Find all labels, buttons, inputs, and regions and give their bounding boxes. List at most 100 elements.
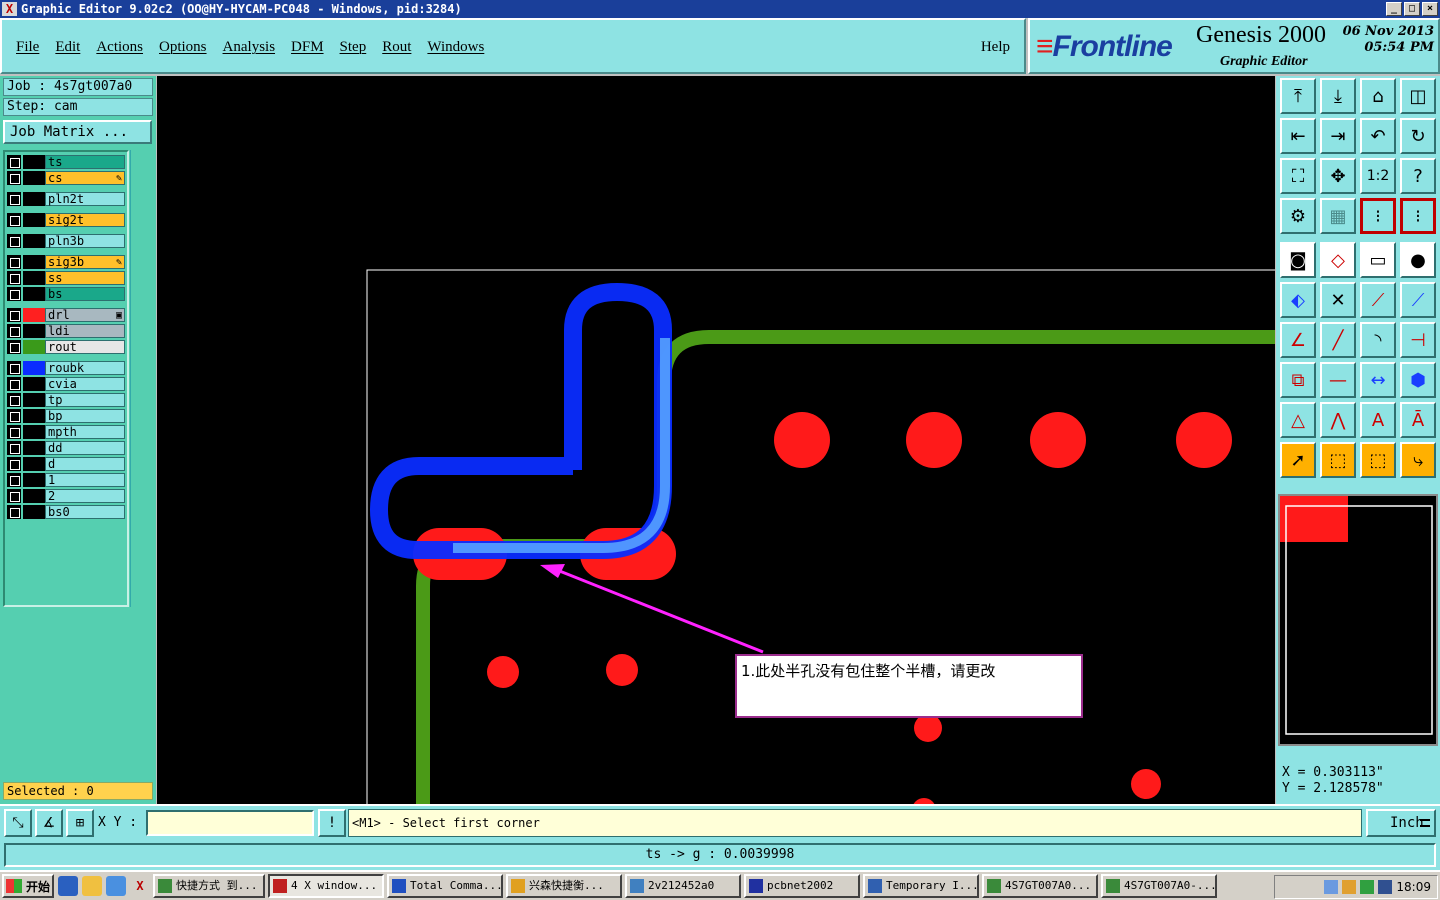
window-icon[interactable]: ◫: [1400, 78, 1436, 114]
layer-name[interactable]: tp: [45, 393, 125, 407]
layer-row[interactable]: ss: [7, 271, 125, 285]
layer-row[interactable]: bs0: [7, 505, 125, 519]
layer-checkbox[interactable]: [7, 271, 21, 285]
layer-checkbox[interactable]: [7, 255, 21, 269]
x-server-icon[interactable]: X: [130, 876, 150, 896]
layer-color-swatch[interactable]: [23, 213, 45, 227]
menu-edit[interactable]: Edit: [55, 39, 80, 56]
unit-selector[interactable]: Inch: [1366, 809, 1436, 837]
taskbar-task[interactable]: 兴森快捷衡...: [506, 874, 622, 898]
close-button[interactable]: ×: [1422, 2, 1438, 16]
taskbar-task[interactable]: 4 X window...: [268, 874, 384, 898]
pointer-icon[interactable]: ➚: [1280, 442, 1316, 478]
graphic-canvas[interactable]: 1.此处半孔没有包住整个半槽，请更改: [157, 76, 1275, 804]
menu-analysis[interactable]: Analysis: [223, 39, 276, 56]
layer-checkbox[interactable]: [7, 377, 21, 391]
layer-row[interactable]: sig3b ✎: [7, 255, 125, 269]
copy-icon[interactable]: ⧉: [1280, 362, 1316, 398]
layer-name[interactable]: bs: [45, 287, 125, 301]
layer-color-swatch[interactable]: [23, 393, 45, 407]
pan-right-icon[interactable]: ⇥: [1320, 118, 1356, 154]
layer-checkbox[interactable]: [7, 361, 21, 375]
layer-color-swatch[interactable]: [23, 377, 45, 391]
layer-checkbox[interactable]: [7, 308, 21, 322]
fit-screen-icon[interactable]: ⛶: [1280, 158, 1316, 194]
layer-name[interactable]: sig3b ✎: [45, 255, 125, 269]
menu-actions[interactable]: Actions: [96, 39, 143, 56]
layer-checkbox[interactable]: [7, 213, 21, 227]
layer-checkbox[interactable]: [7, 457, 21, 471]
layer-color-swatch[interactable]: [23, 457, 45, 471]
layer-color-swatch[interactable]: [23, 255, 45, 269]
layer-color-swatch[interactable]: [23, 287, 45, 301]
taskbar-task[interactable]: 4S7GT007A0...: [982, 874, 1098, 898]
layer-color-swatch[interactable]: [23, 155, 45, 169]
monitor-icon[interactable]: [1378, 880, 1393, 894]
layer-row[interactable]: d: [7, 457, 125, 471]
layer-checkbox[interactable]: [7, 171, 21, 185]
layer-row[interactable]: bp: [7, 409, 125, 423]
layer-name[interactable]: bs0: [45, 505, 125, 519]
layer-color-swatch[interactable]: [23, 441, 45, 455]
grid-snap-icon[interactable]: ⊞: [66, 809, 94, 837]
layer-row[interactable]: ts: [7, 155, 125, 169]
layer-name[interactable]: pln2t: [45, 192, 125, 206]
pointer-box-icon[interactable]: ⬚: [1320, 442, 1356, 478]
layer-row[interactable]: bs: [7, 287, 125, 301]
layer-color-swatch[interactable]: [23, 234, 45, 248]
job-matrix-button[interactable]: Job Matrix ...: [3, 120, 152, 144]
taskbar-task[interactable]: Temporary I...: [863, 874, 979, 898]
layer-checkbox[interactable]: [7, 234, 21, 248]
layer-row[interactable]: mpth: [7, 425, 125, 439]
layer-row[interactable]: pln3b: [7, 234, 125, 248]
layer-row[interactable]: roubk: [7, 361, 125, 375]
triangle-icon[interactable]: △: [1280, 402, 1316, 438]
layer-checkbox[interactable]: [7, 192, 21, 206]
scale-one-to-one-icon[interactable]: 1:2: [1360, 158, 1396, 194]
layer-color-swatch[interactable]: [23, 324, 45, 338]
volume-icon[interactable]: [1342, 880, 1357, 894]
layer-name[interactable]: cs ✎: [45, 171, 125, 185]
layer-name[interactable]: rout: [45, 340, 125, 354]
ruler-icon[interactable]: ▭: [1360, 242, 1396, 278]
menu-windows[interactable]: Windows: [427, 39, 484, 56]
layer-name[interactable]: ts: [45, 155, 125, 169]
menu-step[interactable]: Step: [340, 39, 367, 56]
layer-name[interactable]: drl ▣: [45, 308, 125, 322]
layer-row[interactable]: pln2t: [7, 192, 125, 206]
delete-node-icon[interactable]: ✕: [1320, 282, 1356, 318]
layer-row[interactable]: sig2t: [7, 213, 125, 227]
ie-icon[interactable]: [58, 876, 78, 896]
layer-checkbox[interactable]: [7, 155, 21, 169]
move-icon[interactable]: ◇: [1320, 242, 1356, 278]
layer-checkbox[interactable]: [7, 324, 21, 338]
redraw-icon[interactable]: ↻: [1400, 118, 1436, 154]
antivirus-icon[interactable]: [1360, 880, 1375, 894]
layer-row[interactable]: drl ▣: [7, 308, 125, 322]
snap-alt-icon[interactable]: ⁝: [1400, 198, 1436, 234]
layer-name[interactable]: 1: [45, 473, 125, 487]
layer-name[interactable]: dd: [45, 441, 125, 455]
layer-row[interactable]: cvia: [7, 377, 125, 391]
grid-icon[interactable]: ▦: [1320, 198, 1356, 234]
layer-row[interactable]: rout: [7, 340, 125, 354]
layer-name[interactable]: sig2t: [45, 213, 125, 227]
menu-dfm[interactable]: DFM: [291, 39, 324, 56]
connect-icon[interactable]: ⬖: [1280, 282, 1316, 318]
resize-icon[interactable]: ⤡: [4, 809, 32, 837]
menu-options[interactable]: Options: [159, 39, 207, 56]
start-button[interactable]: 开始: [2, 874, 54, 898]
undo-zoom-icon[interactable]: ↶: [1360, 118, 1396, 154]
taskbar-task[interactable]: 快捷方式 到...: [153, 874, 265, 898]
layer-name[interactable]: ss: [45, 271, 125, 285]
layer-name[interactable]: roubk: [45, 361, 125, 375]
a-icon[interactable]: A: [1360, 402, 1396, 438]
taskbar-task[interactable]: 2v212452a0: [625, 874, 741, 898]
menu-help[interactable]: Help: [981, 39, 1010, 56]
network-icon[interactable]: [1324, 880, 1339, 894]
angle-tool-icon[interactable]: ∡: [35, 809, 63, 837]
angle-icon[interactable]: ∠: [1280, 322, 1316, 358]
window-title-bar[interactable]: X Graphic Editor 9.02c2 (OO@HY-HYCAM-PC0…: [0, 0, 1440, 18]
layer-color-swatch[interactable]: [23, 171, 45, 185]
layer-color-swatch[interactable]: [23, 361, 45, 375]
